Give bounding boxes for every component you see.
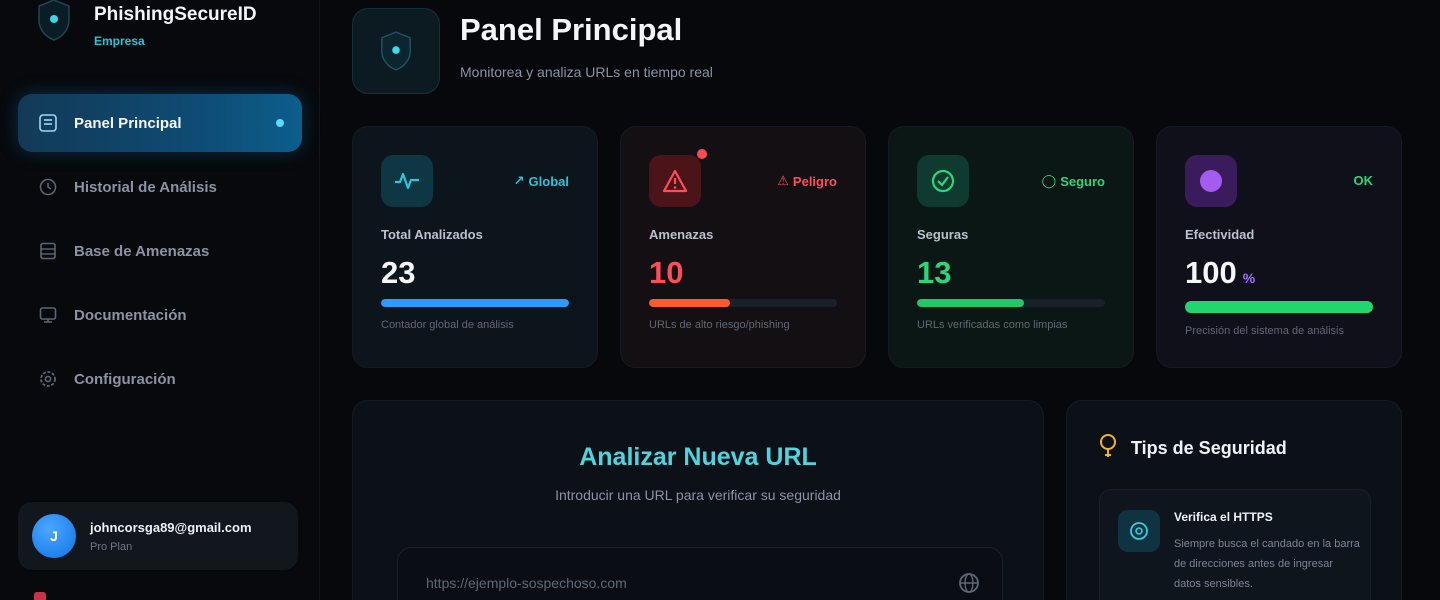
stat-badge-label: Peligro xyxy=(792,173,837,189)
analyze-panel: Analizar Nueva URL Introducir una URL pa… xyxy=(352,400,1044,600)
history-icon xyxy=(38,177,58,197)
stat-card-total[interactable]: ↗ Global Total Analizados 23 Contador gl… xyxy=(352,126,598,368)
avatar: J xyxy=(32,514,76,558)
url-input[interactable] xyxy=(426,575,946,591)
tips-header: Tips de Seguridad xyxy=(1099,433,1287,464)
stat-value: 13 xyxy=(917,255,952,290)
shield-logo-icon xyxy=(34,0,74,44)
stat-progress-track xyxy=(917,299,1105,307)
trend-icon: ↗ xyxy=(513,173,525,188)
sidebar: PhishingSecureID Empresa Panel Principal… xyxy=(0,0,320,600)
stat-progress-track xyxy=(649,299,837,307)
brand[interactable]: PhishingSecureID Empresa xyxy=(34,0,257,48)
gear-icon xyxy=(38,369,58,389)
page-title: Panel Principal xyxy=(460,12,683,47)
stat-description: URLs de alto riesgo/phishing xyxy=(649,319,790,331)
database-icon xyxy=(38,241,58,261)
lock-icon xyxy=(1118,510,1160,552)
warning-icon xyxy=(649,149,707,207)
stat-badge-label: Seguro xyxy=(1060,173,1105,189)
sidebar-item-label: Base de Amenazas xyxy=(74,242,210,260)
logout-icon[interactable] xyxy=(34,592,46,600)
stat-value: 23 xyxy=(381,255,416,290)
stat-description: Precisión del sistema de análisis xyxy=(1185,325,1344,337)
stat-unit: % xyxy=(1242,270,1256,286)
brand-name: PhishingSecureID xyxy=(94,4,257,25)
stat-progress-fill xyxy=(649,299,730,307)
sidebar-item-amenazas[interactable]: Base de Amenazas xyxy=(18,222,302,280)
stat-progress-fill xyxy=(381,299,569,307)
stat-value-number: 100 xyxy=(1185,255,1237,290)
stat-description: Contador global de análisis xyxy=(381,319,514,331)
stat-badge: ↗ Global xyxy=(514,173,569,189)
sidebar-item-label: Panel Principal xyxy=(74,114,182,132)
lightbulb-icon xyxy=(1099,433,1117,464)
stat-progress-track xyxy=(1185,301,1373,313)
sidebar-item-label: Documentación xyxy=(74,306,187,324)
analyze-subtitle: Introducir una URL para verificar su seg… xyxy=(555,487,841,503)
tip-card: Verifica el HTTPS Siempre busca el canda… xyxy=(1099,489,1371,600)
stat-badge: OK xyxy=(1354,173,1374,188)
stat-value: 10 xyxy=(649,255,684,290)
activity-icon xyxy=(381,155,433,207)
stat-badge-label: OK xyxy=(1353,173,1374,188)
warning-small-icon: ⚠ xyxy=(777,173,789,188)
stat-badge-label: Global xyxy=(528,173,569,189)
alert-dot xyxy=(697,149,707,159)
stat-progress-fill xyxy=(917,299,1025,307)
analyze-title: Analizar Nueva URL xyxy=(579,443,817,471)
monitor-icon xyxy=(38,305,58,325)
tips-panel: Tips de Seguridad Verifica el HTTPS Siem… xyxy=(1066,400,1402,600)
header-shield-icon xyxy=(352,8,440,94)
stat-badge: ◯ Seguro xyxy=(1042,173,1105,189)
stat-progress-fill xyxy=(1185,301,1373,313)
sidebar-item-configuracion[interactable]: Configuración xyxy=(18,350,302,408)
sidebar-item-label: Historial de Análisis xyxy=(74,178,217,196)
user-plan: Pro Plan xyxy=(90,540,133,553)
stat-card-efectividad[interactable]: OK Efectividad 100% Precisión del sistem… xyxy=(1156,126,1402,368)
stat-badge: ⚠ Peligro xyxy=(777,173,837,189)
stat-value: 100% xyxy=(1185,255,1255,291)
user-card[interactable]: J johncorsga89@gmail.com Pro Plan xyxy=(18,502,298,570)
page-subtitle: Monitorea y analiza URLs en tiempo real xyxy=(460,64,713,80)
stat-progress-track xyxy=(381,299,569,307)
stat-label: Efectividad xyxy=(1185,227,1255,242)
sidebar-item-documentacion[interactable]: Documentación xyxy=(18,286,302,344)
stat-label: Amenazas xyxy=(649,227,714,242)
tips-title: Tips de Seguridad xyxy=(1131,438,1287,458)
stat-label: Total Analizados xyxy=(381,227,483,242)
sidebar-item-historial[interactable]: Historial de Análisis xyxy=(18,158,302,216)
sidebar-item-panel-principal[interactable]: Panel Principal xyxy=(18,94,302,152)
active-indicator-dot xyxy=(276,119,284,127)
url-input-box[interactable] xyxy=(397,547,1003,600)
shield-small-icon: ◯ xyxy=(1041,173,1057,188)
user-email: johncorsga89@gmail.com xyxy=(90,519,252,535)
sidebar-item-label: Configuración xyxy=(74,370,176,388)
stats-row: ↗ Global Total Analizados 23 Contador gl… xyxy=(352,126,1402,368)
sidebar-nav: Panel Principal Historial de Análisis Ba… xyxy=(18,94,302,414)
dashboard-icon xyxy=(38,113,58,133)
stat-card-amenazas[interactable]: ⚠ Peligro Amenazas 10 URLs de alto riesg… xyxy=(620,126,866,368)
stat-card-seguras[interactable]: ◯ Seguro Seguras 13 URLs verificadas com… xyxy=(888,126,1134,368)
stat-label: Seguras xyxy=(917,227,969,242)
brand-subtitle: Empresa xyxy=(94,34,145,48)
check-circle-icon xyxy=(917,155,969,207)
globe-icon[interactable] xyxy=(958,572,980,599)
purple-dot-icon xyxy=(1185,155,1237,207)
stat-description: URLs verificadas como limpias xyxy=(917,319,1068,331)
tip-text: Siempre busca el candado en la barra de … xyxy=(1174,538,1360,590)
tip-title: Verifica el HTTPS xyxy=(1174,510,1273,524)
